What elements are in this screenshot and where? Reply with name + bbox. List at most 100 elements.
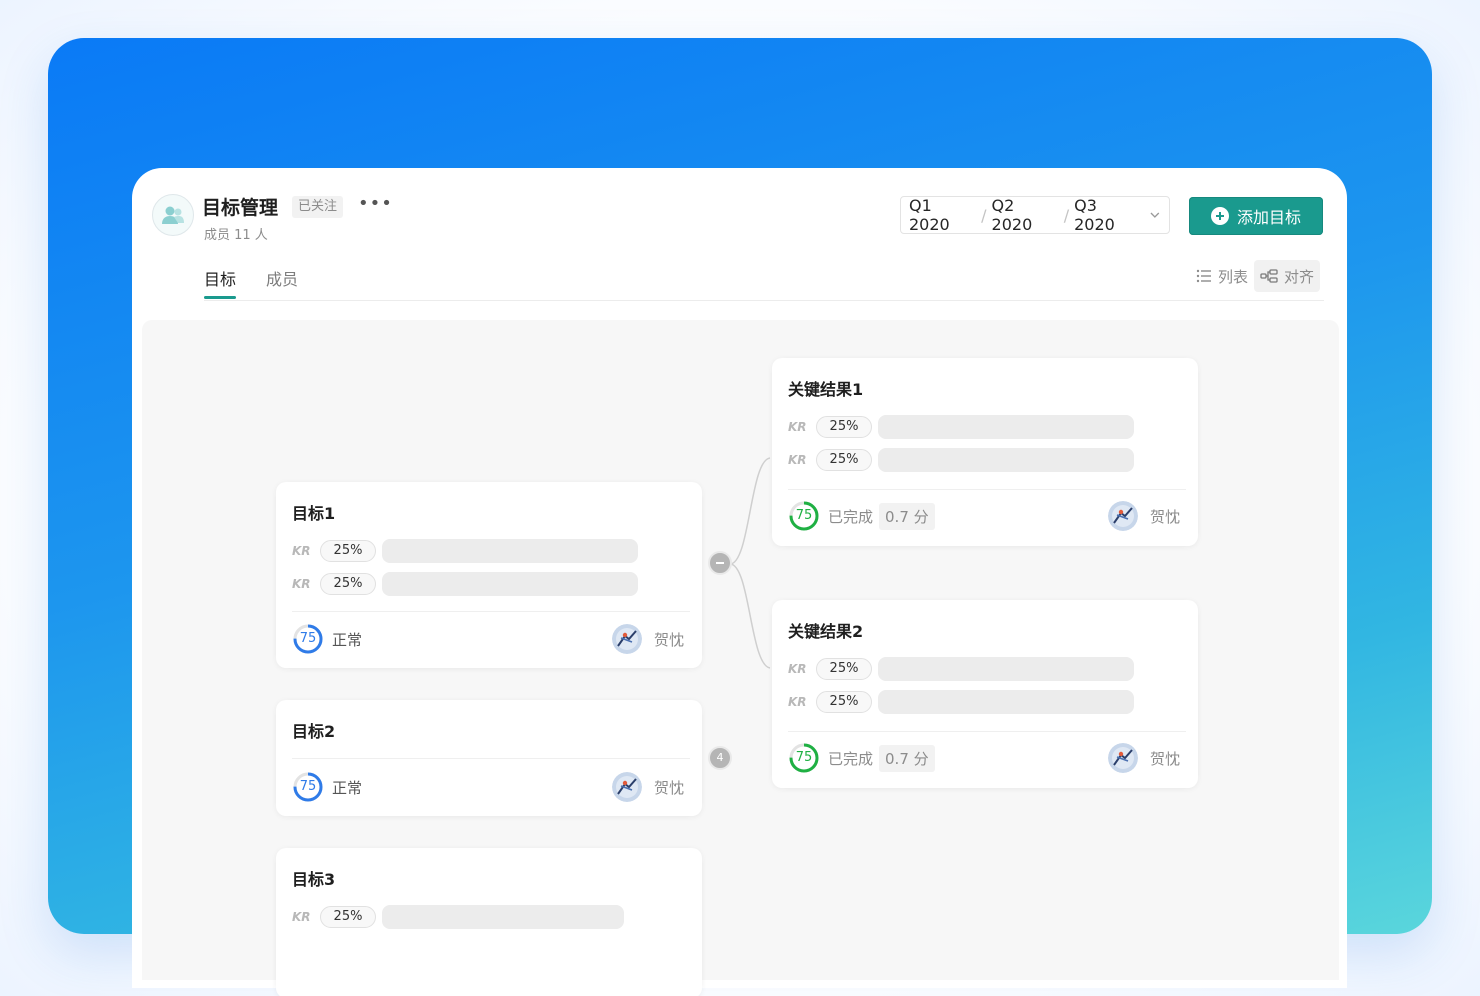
kr-progress: 25% [816,658,872,680]
quarter-q1: Q1 2020 [909,196,950,234]
add-objective-button[interactable]: 添加目标 [1189,197,1323,235]
kr-tag: KR [788,453,807,467]
status-text: 已完成 [828,749,874,768]
objective-title: 目标3 [292,870,336,889]
kr-placeholder [878,690,1134,714]
score-ring: 75 [788,500,820,532]
view-switch: 列表 对齐 [1190,260,1321,292]
score-value: 75 [795,750,813,765]
objective-card[interactable]: 目标2 75 正常 贺忱 [276,700,702,816]
kr-row[interactable]: KR 25% [788,415,1134,439]
kr-tag: KR [788,662,807,676]
user-avatar [611,624,642,654]
kr-tag: KR [292,577,311,591]
tab-divider [204,300,1324,301]
team-icon [152,194,194,236]
card-divider [292,758,690,759]
owner[interactable]: 贺忱 [611,772,684,802]
key-result-card[interactable]: 关键结果2 KR 25% KR 25% 75 已完成 0.7 分 贺忱 [772,600,1198,788]
status-text: 正常 [332,630,363,649]
card-footer: 75 已完成 0.7 分 贺忱 [788,741,1180,775]
owner-name: 贺忱 [1149,507,1180,526]
view-align-button[interactable]: 对齐 [1254,260,1321,292]
owner[interactable]: 贺忱 [611,624,684,654]
plus-circle-icon [1210,207,1229,225]
owner[interactable]: 贺忱 [1107,743,1180,773]
objective-title: 目标1 [292,504,336,523]
kr-row[interactable]: KR 25% [292,905,624,929]
score-ring: 75 [292,771,324,803]
kr-row[interactable]: KR 25% [292,572,638,596]
expand-node-button[interactable]: 4 [708,746,732,770]
app-window: 目标管理 已关注 ••• 成员 11 人 Q1 2020 / Q2 2020 /… [132,168,1347,996]
user-avatar [1107,743,1138,773]
objective-card[interactable]: 目标3 KR 25% [276,848,702,996]
card-divider [788,489,1186,490]
score-value: 75 [299,631,317,646]
kr-row[interactable]: KR 25% [788,448,1134,472]
card-footer: 75 正常 贺忱 [292,770,684,804]
kr-tag: KR [788,695,807,709]
kr-placeholder [878,448,1134,472]
score-ring: 75 [788,742,820,774]
key-result-card[interactable]: 关键结果1 KR 25% KR 25% 75 已完成 0.7 分 贺忱 [772,358,1198,546]
kr-placeholder [878,415,1134,439]
status-text: 正常 [332,778,363,797]
kr-tag: KR [292,544,311,558]
kr-row[interactable]: KR 25% [788,657,1134,681]
quarter-picker[interactable]: Q1 2020 / Q2 2020 / Q3 2020 [900,196,1170,234]
kr-progress: 25% [816,691,872,713]
quarter-separator: / [1063,205,1070,225]
page-title: 目标管理 [202,197,279,219]
alignment-canvas: 目标1 KR 25% KR 25% 75 正常 贺忱 目标2 75 正常 贺忱 … [142,320,1339,996]
owner-name: 贺忱 [653,778,684,797]
members-count[interactable]: 成员 11 人 [204,224,268,243]
kr-progress: 25% [816,416,872,438]
status-text: 已完成 [828,507,874,526]
kr-placeholder [878,657,1134,681]
user-avatar [1107,501,1138,531]
card-divider [788,731,1186,732]
kr-progress: 25% [816,449,872,471]
score-points: 0.7 分 [879,502,935,530]
view-list-button[interactable]: 列表 [1190,260,1254,292]
quarter-q3: Q3 2020 [1074,196,1115,234]
card-footer: 75 正常 贺忱 [292,622,684,656]
card-footer: 75 已完成 0.7 分 贺忱 [788,499,1180,533]
tab-objectives[interactable]: 目标 [204,262,237,302]
kr-tag: KR [292,910,311,924]
kr-placeholder [382,539,638,563]
kr-placeholder [382,572,638,596]
tab-bar: 目标 成员 [204,262,328,302]
owner-name: 贺忱 [1149,749,1180,768]
list-icon [1196,269,1211,283]
view-list-label: 列表 [1218,267,1249,286]
align-tree-icon [1260,269,1278,283]
collapse-node-button[interactable] [708,551,732,575]
minus-icon [716,562,724,564]
tab-members[interactable]: 成员 [266,262,298,302]
score-value: 75 [795,508,813,523]
score-ring: 75 [292,623,324,655]
quarter-separator: / [981,205,987,225]
add-objective-label: 添加目标 [1236,208,1301,227]
objective-title: 目标2 [292,722,336,741]
view-align-label: 对齐 [1284,267,1315,286]
key-result-title: 关键结果2 [788,622,864,641]
kr-row[interactable]: KR 25% [788,690,1134,714]
more-icon[interactable]: ••• [358,194,392,218]
score-value: 75 [299,779,317,794]
follow-badge[interactable]: 已关注 [292,196,344,218]
owner-name: 贺忱 [653,630,684,649]
chevron-down-icon [1150,212,1160,218]
kr-progress: 25% [320,540,376,562]
objective-card[interactable]: 目标1 KR 25% KR 25% 75 正常 贺忱 [276,482,702,668]
kr-tag: KR [788,420,807,434]
quarter-q2: Q2 2020 [991,196,1033,234]
kr-progress: 25% [320,573,376,595]
kr-placeholder [382,905,624,929]
kr-progress: 25% [320,906,376,928]
kr-row[interactable]: KR 25% [292,539,638,563]
card-divider [292,611,690,612]
owner[interactable]: 贺忱 [1107,501,1180,531]
